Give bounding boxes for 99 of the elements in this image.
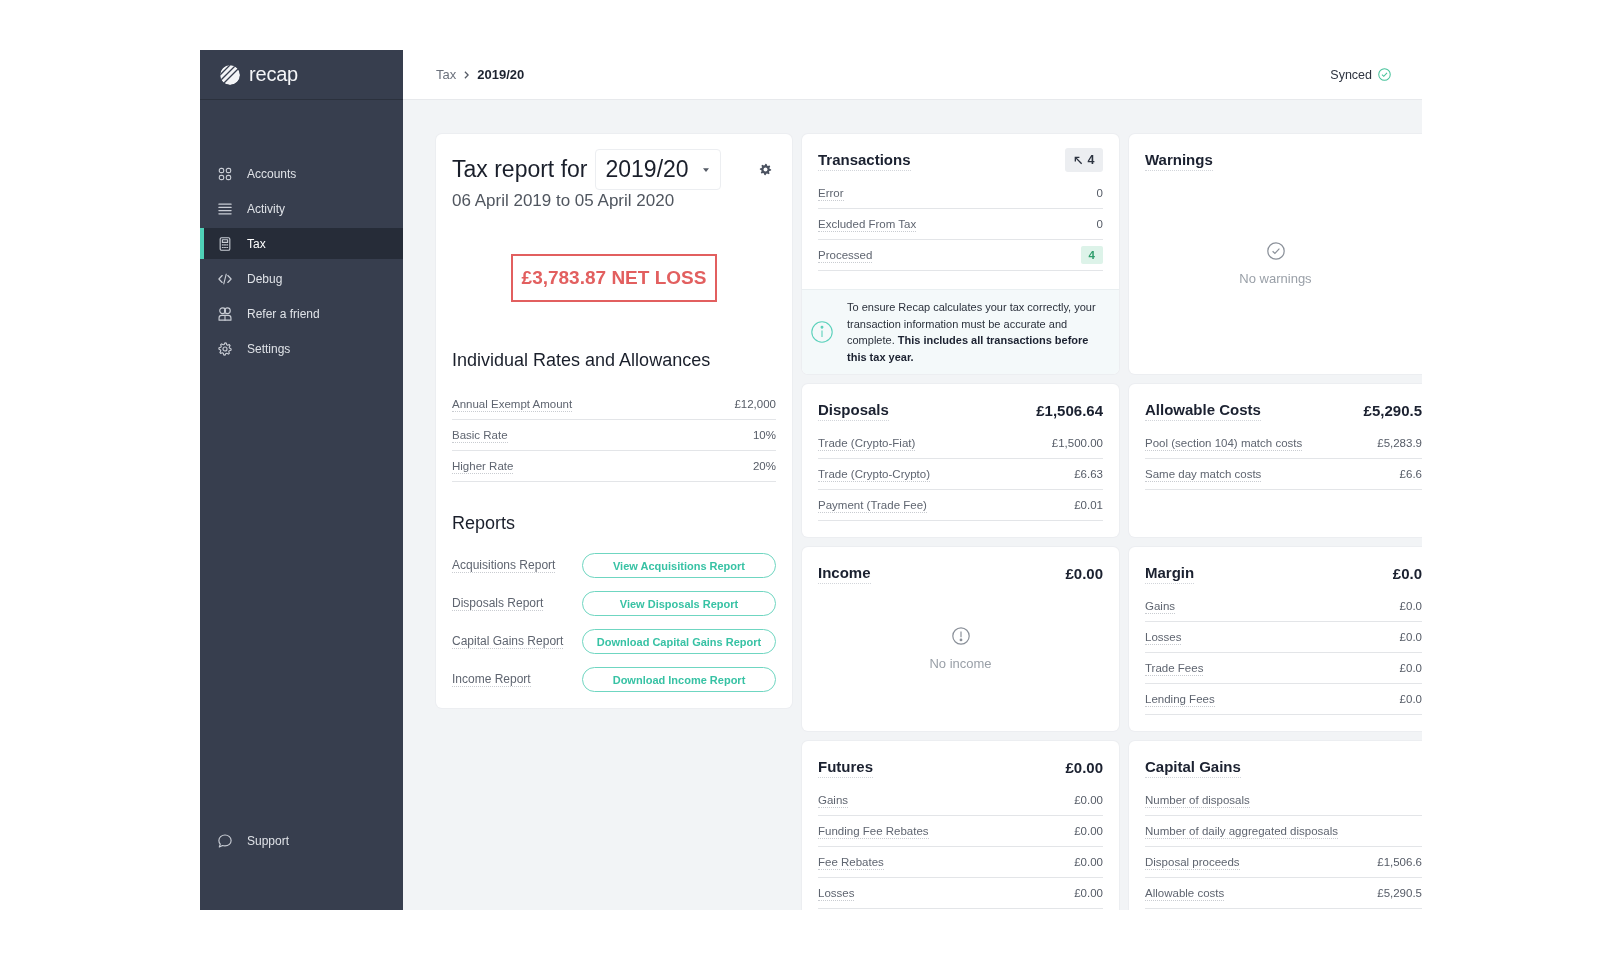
row-value: £6.63 [1074, 468, 1103, 480]
rate-label: Higher Rate [452, 458, 514, 474]
arrow-icon [1073, 155, 1083, 165]
card-total: £0.0 [1392, 564, 1422, 582]
row-label: Processed [818, 247, 873, 263]
breadcrumb-link[interactable]: Tax [436, 67, 457, 82]
row-label: Allowable costs [1145, 885, 1225, 901]
card-total: £0.00 [1065, 564, 1103, 582]
row-value: £0.0 [1399, 662, 1422, 674]
chat-icon [218, 833, 232, 848]
logo-icon [220, 64, 240, 85]
empty-state-text: No warnings [1239, 271, 1312, 286]
row-value: £1,500.00 [1051, 437, 1103, 449]
row-label: Number of disposals [1145, 792, 1250, 808]
grid-icon [218, 166, 232, 181]
row-value: £0.00 [1074, 887, 1103, 899]
card-title: Transactions [818, 149, 911, 171]
nav-item[interactable]: Refer a friend [200, 298, 403, 329]
section-heading: Individual Rates and Allowances [452, 349, 712, 372]
report-label: Income Report [452, 672, 531, 687]
rate-label: Basic Rate [452, 427, 508, 443]
nav-item[interactable]: Debug [200, 263, 403, 294]
year-dropdown[interactable]: 2019/20 [594, 149, 721, 190]
nav-item[interactable]: Accounts [200, 158, 403, 189]
row-label: Error [818, 185, 844, 201]
report-period: 06 April 2019 to 05 April 2020 [452, 191, 676, 211]
sync-status: Synced [1330, 67, 1372, 82]
row-value: £0.01 [1074, 499, 1103, 511]
rate-label: Annual Exempt Amount [452, 396, 573, 412]
nav-item[interactable]: Settings [200, 333, 403, 364]
card-title: Warnings [1145, 149, 1213, 171]
row-label: Trade (Crypto-Fiat) [818, 435, 916, 451]
row-value: £5,283.9 [1377, 437, 1422, 449]
nav-item[interactable]: Support [200, 825, 403, 856]
caret-icon [702, 167, 709, 172]
row-value: £0.0 [1399, 693, 1422, 705]
row-value: £0.00 [1074, 856, 1103, 868]
row-value: £0.00 [1074, 825, 1103, 837]
row-label: Disposal proceeds [1145, 854, 1240, 870]
card-title: Allowable Costs [1145, 399, 1261, 421]
card-title: Income [818, 562, 871, 584]
row-label: Trade Fees [1145, 660, 1204, 676]
row-label: Number of daily aggregated disposals [1145, 823, 1339, 839]
row-label: Trade (Crypto-Crypto) [818, 466, 931, 482]
card-title: Disposals [818, 399, 889, 421]
row-value: £6.6 [1399, 468, 1422, 480]
row-value: £0.0 [1399, 631, 1422, 643]
chevron-icon [464, 70, 470, 79]
check-circle-icon [1266, 242, 1285, 260]
transactions-count-button[interactable]: 4 [1065, 148, 1103, 172]
row-label: Pool (section 104) match costs [1145, 435, 1303, 451]
list-icon [218, 201, 232, 216]
card-total: £5,290.5 [1363, 401, 1422, 419]
people-icon [218, 306, 232, 321]
row-label: Losses [818, 885, 855, 901]
row-label: Excluded From Tax [818, 216, 917, 232]
report-label: Acquisitions Report [452, 558, 556, 573]
row-label: Payment (Trade Fee) [818, 497, 927, 513]
card-total: £1,506.64 [1036, 401, 1103, 419]
net-result-amount: £3,783.87 NET LOSS [510, 254, 718, 302]
nav-item[interactable]: Activity [200, 193, 403, 224]
rate-value: 10% [752, 429, 776, 441]
card-title: Futures [818, 756, 873, 778]
settings-button[interactable] [759, 163, 772, 176]
app-name: recap [249, 63, 299, 86]
row-label: Gains [818, 792, 849, 808]
row-value: £5,290.5 [1377, 887, 1422, 899]
row-value: £0.0 [1399, 600, 1422, 612]
check-circle-icon [1378, 68, 1391, 81]
breadcrumb-current: 2019/20 [477, 67, 525, 82]
info-icon [811, 321, 833, 343]
settings-icon [759, 163, 772, 176]
info-text: To ensure Recap calculates your tax correctly, your transaction information must be accurate and complete. This includes all transactions before this tax year. [847, 300, 1097, 365]
exclamation-circle-icon [951, 627, 970, 645]
section-heading: Reports [452, 512, 517, 535]
calculator-icon [218, 236, 232, 251]
rate-value: 20% [752, 460, 776, 472]
report-label: Capital Gains Report [452, 634, 564, 649]
report-label: Disposals Report [452, 596, 544, 611]
rate-value: £12,000 [734, 398, 776, 410]
code-icon [218, 271, 232, 286]
row-label: Gains [1145, 598, 1176, 614]
row-value: 0 [1096, 218, 1103, 230]
empty-state-text: No income [929, 656, 992, 671]
row-label: Same day match costs [1145, 466, 1262, 482]
settings-icon [218, 341, 232, 356]
card-title: Capital Gains [1145, 756, 1241, 778]
row-value: £1,506.6 [1377, 856, 1422, 868]
card-total: £0.00 [1065, 758, 1103, 776]
row-value: £0.00 [1074, 794, 1103, 806]
row-label: Lending Fees [1145, 691, 1215, 707]
card-title: Margin [1145, 562, 1195, 584]
nav-item[interactable]: Tax [200, 228, 403, 259]
row-label: Losses [1145, 629, 1182, 645]
row-label: Funding Fee Rebates [818, 823, 929, 839]
row-value: 0 [1096, 187, 1103, 199]
report-title: Tax report for [452, 156, 588, 183]
row-label: Fee Rebates [818, 854, 884, 870]
count-badge: 4 [1080, 246, 1103, 264]
